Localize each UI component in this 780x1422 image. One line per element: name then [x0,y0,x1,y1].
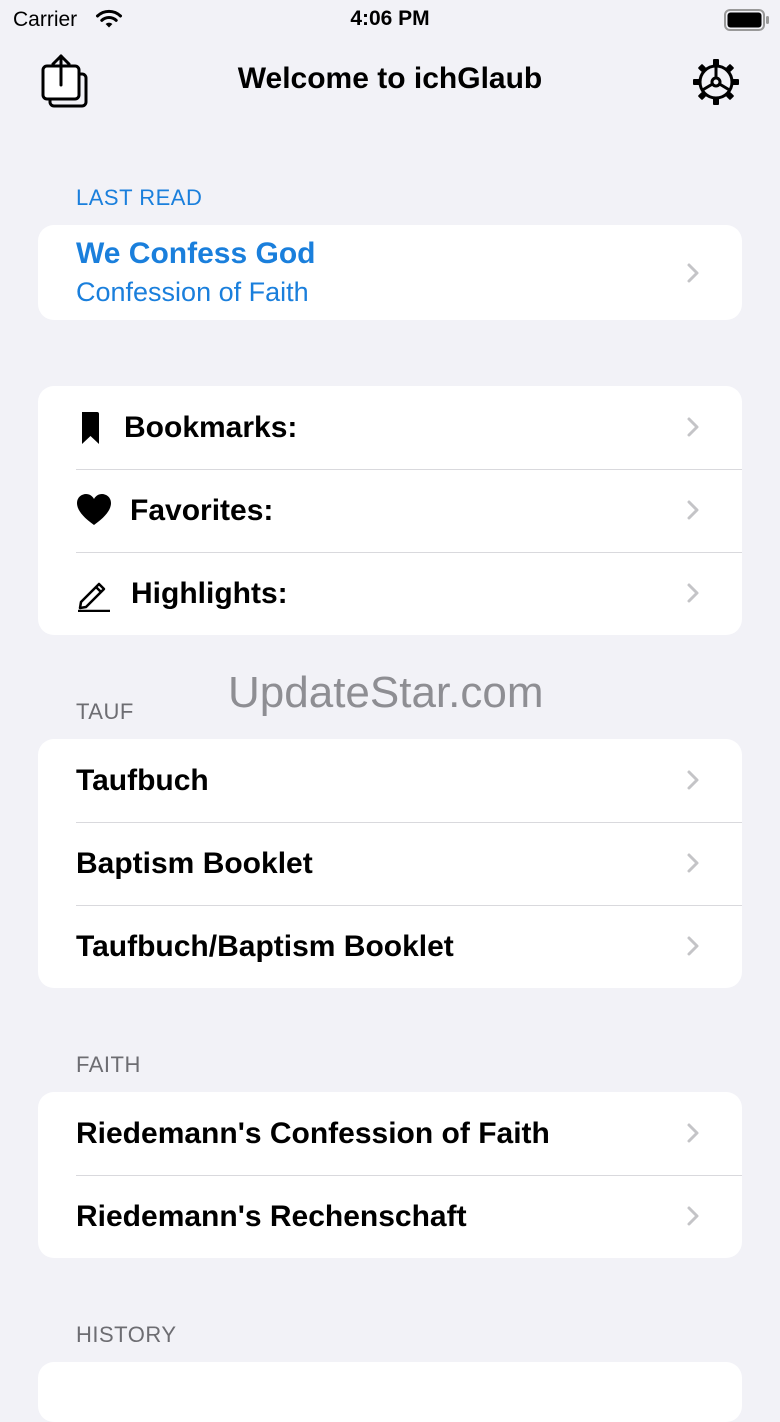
list-item-label: Baptism Booklet [76,847,313,880]
list-item-favorites[interactable]: Favorites: [38,469,742,552]
battery-icon [724,9,769,31]
chevron-right-icon [687,263,699,283]
watermark: UpdateStar.com [228,668,544,717]
library-card: Bookmarks: Favorites: Highlights: [38,386,742,635]
last-read-subtitle: Confession of Faith [76,277,309,307]
chevron-right-icon [687,417,699,437]
list-item-label: Taufbuch/Baptism Booklet [76,930,454,963]
last-read-card[interactable]: We Confess God Confession of Faith [38,225,742,320]
navigation-bar: Welcome to ichGlaub [0,44,780,116]
list-item-label: Taufbuch [76,764,209,797]
bookmarks-label: Bookmarks: [124,411,298,444]
list-item-riedemann-rechenschaft[interactable]: Riedemann's Rechenschaft [38,1175,742,1258]
bookmark-icon [82,412,99,444]
gear-icon [693,59,739,105]
favorites-label: Favorites: [130,494,274,527]
chevron-right-icon [687,1123,699,1143]
list-item-label: Riedemann's Rechenschaft [76,1200,467,1233]
history-header: HISTORY [76,1322,177,1347]
list-item-bookmarks[interactable]: Bookmarks: [38,386,742,469]
status-bar: Carrier 4:06 PM [0,0,780,40]
page-title: Welcome to ichGlaub [237,62,543,95]
chevron-right-icon [687,936,699,956]
faith-header: FAITH [76,1052,141,1077]
chevron-right-icon [687,1206,699,1226]
list-item-riedemann-confession[interactable]: Riedemann's Confession of Faith [38,1092,742,1175]
last-read-header: LAST READ [76,185,203,210]
faith-card: Riedemann's Confession of Faith Riedeman… [38,1092,742,1258]
list-item-baptism-booklet[interactable]: Baptism Booklet [38,822,742,905]
list-item-highlights[interactable]: Highlights: [38,552,742,635]
list-item-taufbuch-baptism-booklet[interactable]: Taufbuch/Baptism Booklet [38,905,742,988]
highlights-label: Highlights: [131,577,288,610]
list-item-taufbuch[interactable]: Taufbuch [38,739,742,822]
last-read-title: We Confess God [76,237,316,270]
settings-button[interactable] [690,56,742,108]
chevron-right-icon [687,500,699,520]
tauf-card: Taufbuch Baptism Booklet Taufbuch/Baptis… [38,739,742,988]
tauf-header: TAUF [76,699,134,724]
history-card [38,1362,742,1422]
pencil-icon [78,582,110,612]
chevron-right-icon [687,583,699,603]
heart-icon [77,494,111,525]
chevron-right-icon [687,853,699,873]
status-time: 4:06 PM [350,7,430,30]
chevron-right-icon [687,770,699,790]
list-item-label: Riedemann's Confession of Faith [76,1117,550,1150]
